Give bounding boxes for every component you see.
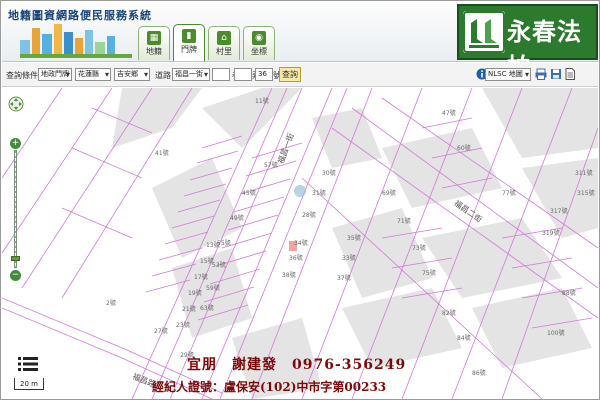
parcel-number: 15號 <box>200 258 214 265</box>
basemap-select[interactable]: NLSC 地圖 <box>485 68 531 81</box>
parcel-number: 84號 <box>457 335 471 342</box>
parcel-number: 38號 <box>282 272 296 279</box>
parcel-number: 47號 <box>442 110 456 117</box>
print-icon[interactable] <box>535 68 547 80</box>
parcel-number: 49號 <box>230 215 244 222</box>
query-button[interactable]: 查詢 <box>279 67 301 82</box>
parcel-number: 41號 <box>155 150 169 157</box>
query-toolbar: 查詢條件 地政門牌 花蓮縣 吉安鄉 道路 福昌一街 巷 弄 36 號 查詢 NL… <box>2 63 598 87</box>
parcel-number: 28號 <box>302 212 316 219</box>
parcel-number: 11號 <box>255 98 269 105</box>
zoom-in-button[interactable]: + <box>10 138 21 149</box>
agent-license: 經紀人證號：盧保安(102)中市字第00233 <box>152 380 387 394</box>
parcel-number: 31號 <box>312 190 326 197</box>
parcel-number: 86號 <box>472 370 486 377</box>
parcel-number: 36號 <box>289 255 303 262</box>
parcel-number: 69號 <box>382 190 396 197</box>
tab-cadastral[interactable]: ▦ 地籍 <box>138 26 170 60</box>
scale-bar: 20 m <box>14 378 44 390</box>
zoom-out-button[interactable]: − <box>10 270 21 281</box>
door-plate-icon: ▮ <box>182 29 196 43</box>
tab-label: 坐標 <box>251 47 267 56</box>
parcel-number: 82號 <box>442 310 456 317</box>
parcel-number: 23號 <box>176 322 190 329</box>
parcel-number: 53號 <box>212 262 226 269</box>
parcel-number: 33號 <box>342 255 356 262</box>
query-condition-label: 查詢條件 <box>6 71 38 80</box>
parcel-number: 60號 <box>457 145 471 152</box>
tab-door-plate[interactable]: ▮ 門牌 <box>173 24 205 61</box>
road-select[interactable]: 福昌一街 <box>172 68 210 81</box>
parcel-number: 57號 <box>264 162 278 169</box>
document-icon[interactable] <box>564 68 576 80</box>
alley-input[interactable] <box>212 68 230 81</box>
parcel-number: 75號 <box>422 270 436 277</box>
parcel-number: 73號 <box>412 245 426 252</box>
layer-menu-icon[interactable] <box>18 356 38 372</box>
parcel-number: 13號 <box>206 242 220 249</box>
parcel-number: 100號 <box>547 330 565 337</box>
parcel-number: 319號 <box>542 230 560 237</box>
app-header: 地籍圖資網路便民服務系統 ▦ 地籍 ▮ 門牌 ⌂ 村里 ◉ 坐標 永春法 <box>2 2 598 81</box>
parcel-number: 45號 <box>242 190 256 197</box>
number-input[interactable]: 36 <box>255 68 273 81</box>
brand-banner: 永春法拍 <box>457 4 598 81</box>
tab-label: 門牌 <box>181 45 197 54</box>
zoom-slider-track[interactable] <box>14 150 17 268</box>
county-select[interactable]: 花蓮縣 <box>75 68 111 81</box>
parcel-number: 21號 <box>182 306 196 313</box>
save-icon[interactable] <box>550 68 562 80</box>
city-skyline-logo <box>20 24 132 58</box>
zoom-control: + − <box>10 138 21 288</box>
parcel-number: 88號 <box>562 290 576 297</box>
parcel-number: 30號 <box>322 170 336 177</box>
road-label: 道路 <box>155 71 171 80</box>
parcel-number: 27號 <box>154 328 168 335</box>
tab-village[interactable]: ⌂ 村里 <box>208 26 240 60</box>
zoom-slider-thumb[interactable] <box>11 256 20 261</box>
parcel-number: 19號 <box>188 290 202 297</box>
query-type-select[interactable]: 地政門牌 <box>38 68 72 81</box>
parcel-number: 34號 <box>294 240 308 247</box>
map-grid-icon: ▦ <box>147 31 161 45</box>
parcel-number: 317號 <box>550 208 568 215</box>
township-select[interactable]: 吉安鄉 <box>114 68 150 81</box>
parcel-number: 63號 <box>200 305 214 312</box>
agent-contact: 宜朋 謝建發 0976-356249 <box>187 357 407 373</box>
app-window: 地籍圖資網路便民服務系統 ▦ 地籍 ▮ 門牌 ⌂ 村里 ◉ 坐標 永春法 查詢條… <box>0 0 600 400</box>
parcel-number: 315號 <box>577 190 595 197</box>
tab-label: 村里 <box>216 47 232 56</box>
parcel-number: 35號 <box>347 235 361 242</box>
tab-label: 地籍 <box>146 47 162 56</box>
coordinate-icon: ◉ <box>252 31 266 45</box>
location-marker <box>294 185 306 197</box>
village-icon: ⌂ <box>217 31 231 45</box>
parcel-number: 71號 <box>397 218 411 225</box>
tab-coordinate[interactable]: ◉ 坐標 <box>243 26 275 60</box>
parcel-number: 311號 <box>575 170 593 177</box>
parcel-number: 37號 <box>337 275 351 282</box>
parcel-number: 17號 <box>194 274 208 281</box>
parcel-number: 59號 <box>206 285 220 292</box>
brand-logo-icon <box>463 11 505 53</box>
map-canvas[interactable]: 福昌一街 福昌二街 福昌路 11號 41號 45號 49號 55號 53號 59… <box>2 88 598 399</box>
pan-control-icon[interactable] <box>8 96 24 112</box>
lane-input[interactable] <box>234 68 252 81</box>
parcel-number: 77號 <box>502 190 516 197</box>
parcel-number: 2號 <box>106 300 116 307</box>
